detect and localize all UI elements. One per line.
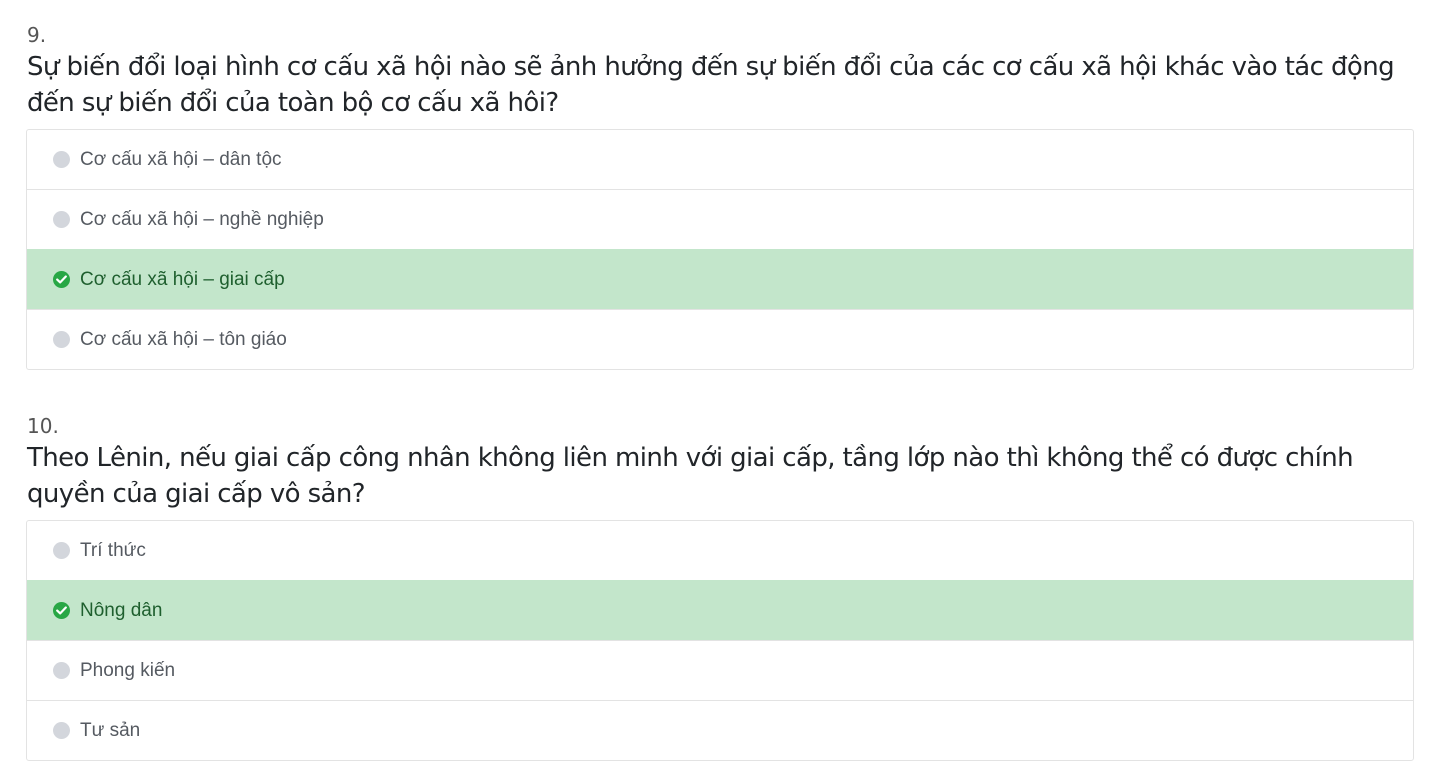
radio-circle-icon [53, 662, 70, 679]
radio-circle-icon [53, 542, 70, 559]
answer-options: Trí thức Nông dân Phong kiến Tư sản [26, 520, 1414, 761]
answer-option[interactable]: Cơ cấu xã hội – dân tộc [27, 130, 1413, 189]
radio-circle-icon [53, 151, 70, 168]
answer-option-correct[interactable]: Cơ cấu xã hội – giai cấp [27, 249, 1413, 309]
answer-option-label: Phong kiến [80, 659, 176, 681]
answer-option-label: Cơ cấu xã hội – nghề nghiệp [80, 208, 324, 230]
answer-option[interactable]: Cơ cấu xã hội – tôn giáo [27, 309, 1413, 369]
answer-option-correct[interactable]: Nông dân [27, 580, 1413, 640]
question-text: Theo Lênin, nếu giai cấp công nhân không… [27, 443, 1354, 509]
check-circle-icon [53, 271, 70, 288]
question-10: 10. Theo Lênin, nếu giai cấp công nhân k… [26, 414, 1414, 761]
answer-option-label: Cơ cấu xã hội – giai cấp [80, 268, 285, 290]
answer-option[interactable]: Tư sản [27, 700, 1413, 760]
question-9: 9. Sự biến đổi loại hình cơ cấu xã hội n… [26, 23, 1414, 370]
radio-circle-icon [53, 331, 70, 348]
answer-option-label: Nông dân [80, 599, 163, 621]
answer-option-label: Trí thức [80, 539, 146, 561]
question-text: Sự biến đổi loại hình cơ cấu xã hội nào … [27, 52, 1395, 118]
radio-circle-icon [53, 722, 70, 739]
answer-option-label: Tư sản [80, 719, 141, 741]
radio-circle-icon [53, 211, 70, 228]
answer-options: Cơ cấu xã hội – dân tộc Cơ cấu xã hội – … [26, 129, 1414, 370]
question-number: 10. [27, 414, 59, 438]
answer-option-label: Cơ cấu xã hội – tôn giáo [80, 328, 287, 350]
question-number: 9. [27, 23, 47, 47]
answer-option[interactable]: Trí thức [27, 521, 1413, 580]
answer-option[interactable]: Cơ cấu xã hội – nghề nghiệp [27, 189, 1413, 249]
answer-option-label: Cơ cấu xã hội – dân tộc [80, 148, 282, 170]
check-circle-icon [53, 602, 70, 619]
answer-option[interactable]: Phong kiến [27, 640, 1413, 700]
